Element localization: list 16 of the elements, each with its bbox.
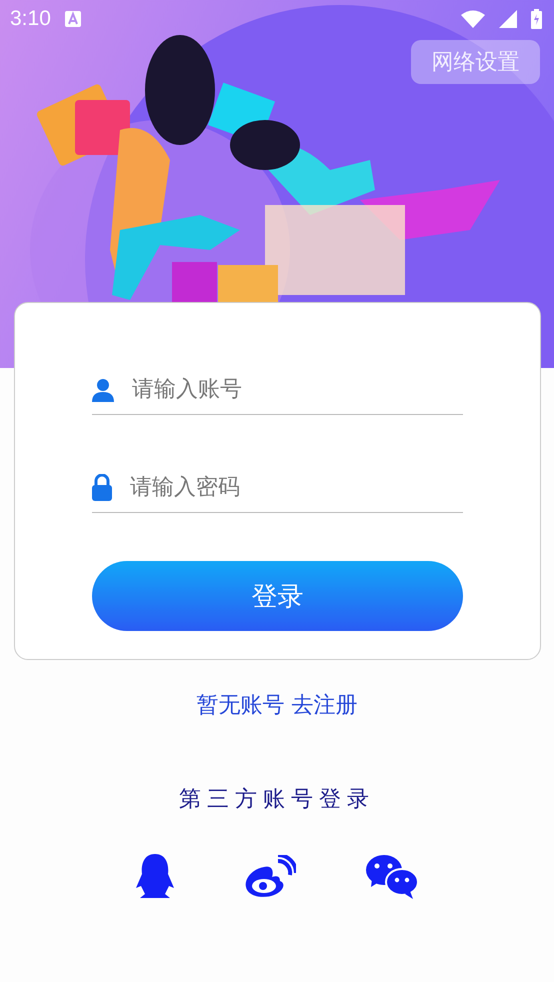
password-field[interactable]: 请输入密码 [130, 475, 463, 500]
status-time: 3:10 [10, 7, 51, 31]
penguin-icon [136, 854, 174, 900]
network-settings-button[interactable]: 网络设置 [411, 40, 540, 84]
third-party-title: 第三方账号登录 [178, 786, 376, 814]
login-button[interactable]: 登录 [92, 561, 463, 631]
lock-icon [92, 474, 112, 501]
wifi-icon [461, 10, 485, 28]
account-field[interactable]: 请输入账号 [132, 377, 463, 402]
chat-icon [366, 855, 418, 899]
person-icon [92, 378, 114, 402]
notification-icon [64, 11, 81, 27]
register-link[interactable]: 暂无账号 去注册 [196, 690, 358, 720]
signal-icon [499, 10, 517, 28]
battery-icon [531, 9, 542, 29]
weibo-icon [244, 855, 296, 899]
